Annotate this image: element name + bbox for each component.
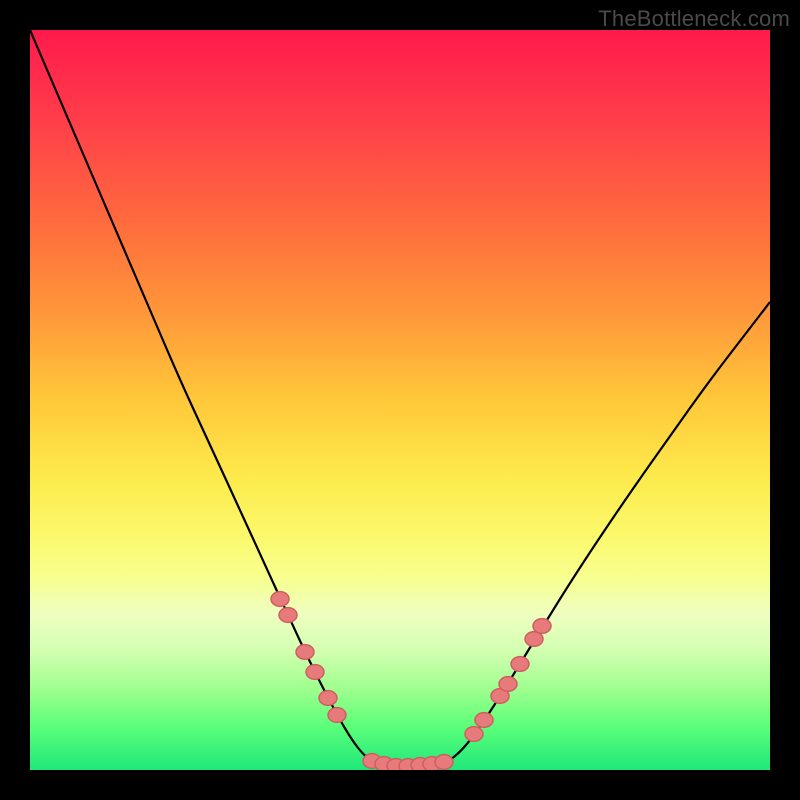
marker-bead	[475, 713, 493, 728]
left-curve	[30, 30, 370, 760]
marker-bead	[319, 691, 337, 706]
marker-bead	[296, 645, 314, 660]
marker-bead	[465, 727, 483, 742]
marker-bead	[533, 619, 551, 634]
marker-bead	[435, 755, 453, 770]
marker-bead	[271, 592, 289, 607]
marker-bead	[279, 608, 297, 623]
marker-bead	[499, 677, 517, 692]
attribution-label: TheBottleneck.com	[598, 6, 790, 32]
chart-svg	[30, 30, 770, 770]
marker-bead	[306, 665, 324, 680]
marker-bead	[328, 708, 346, 723]
marker-bead	[511, 657, 529, 672]
plot-area	[30, 30, 770, 770]
chart-frame: TheBottleneck.com	[0, 0, 800, 800]
marker-group	[271, 592, 551, 770]
